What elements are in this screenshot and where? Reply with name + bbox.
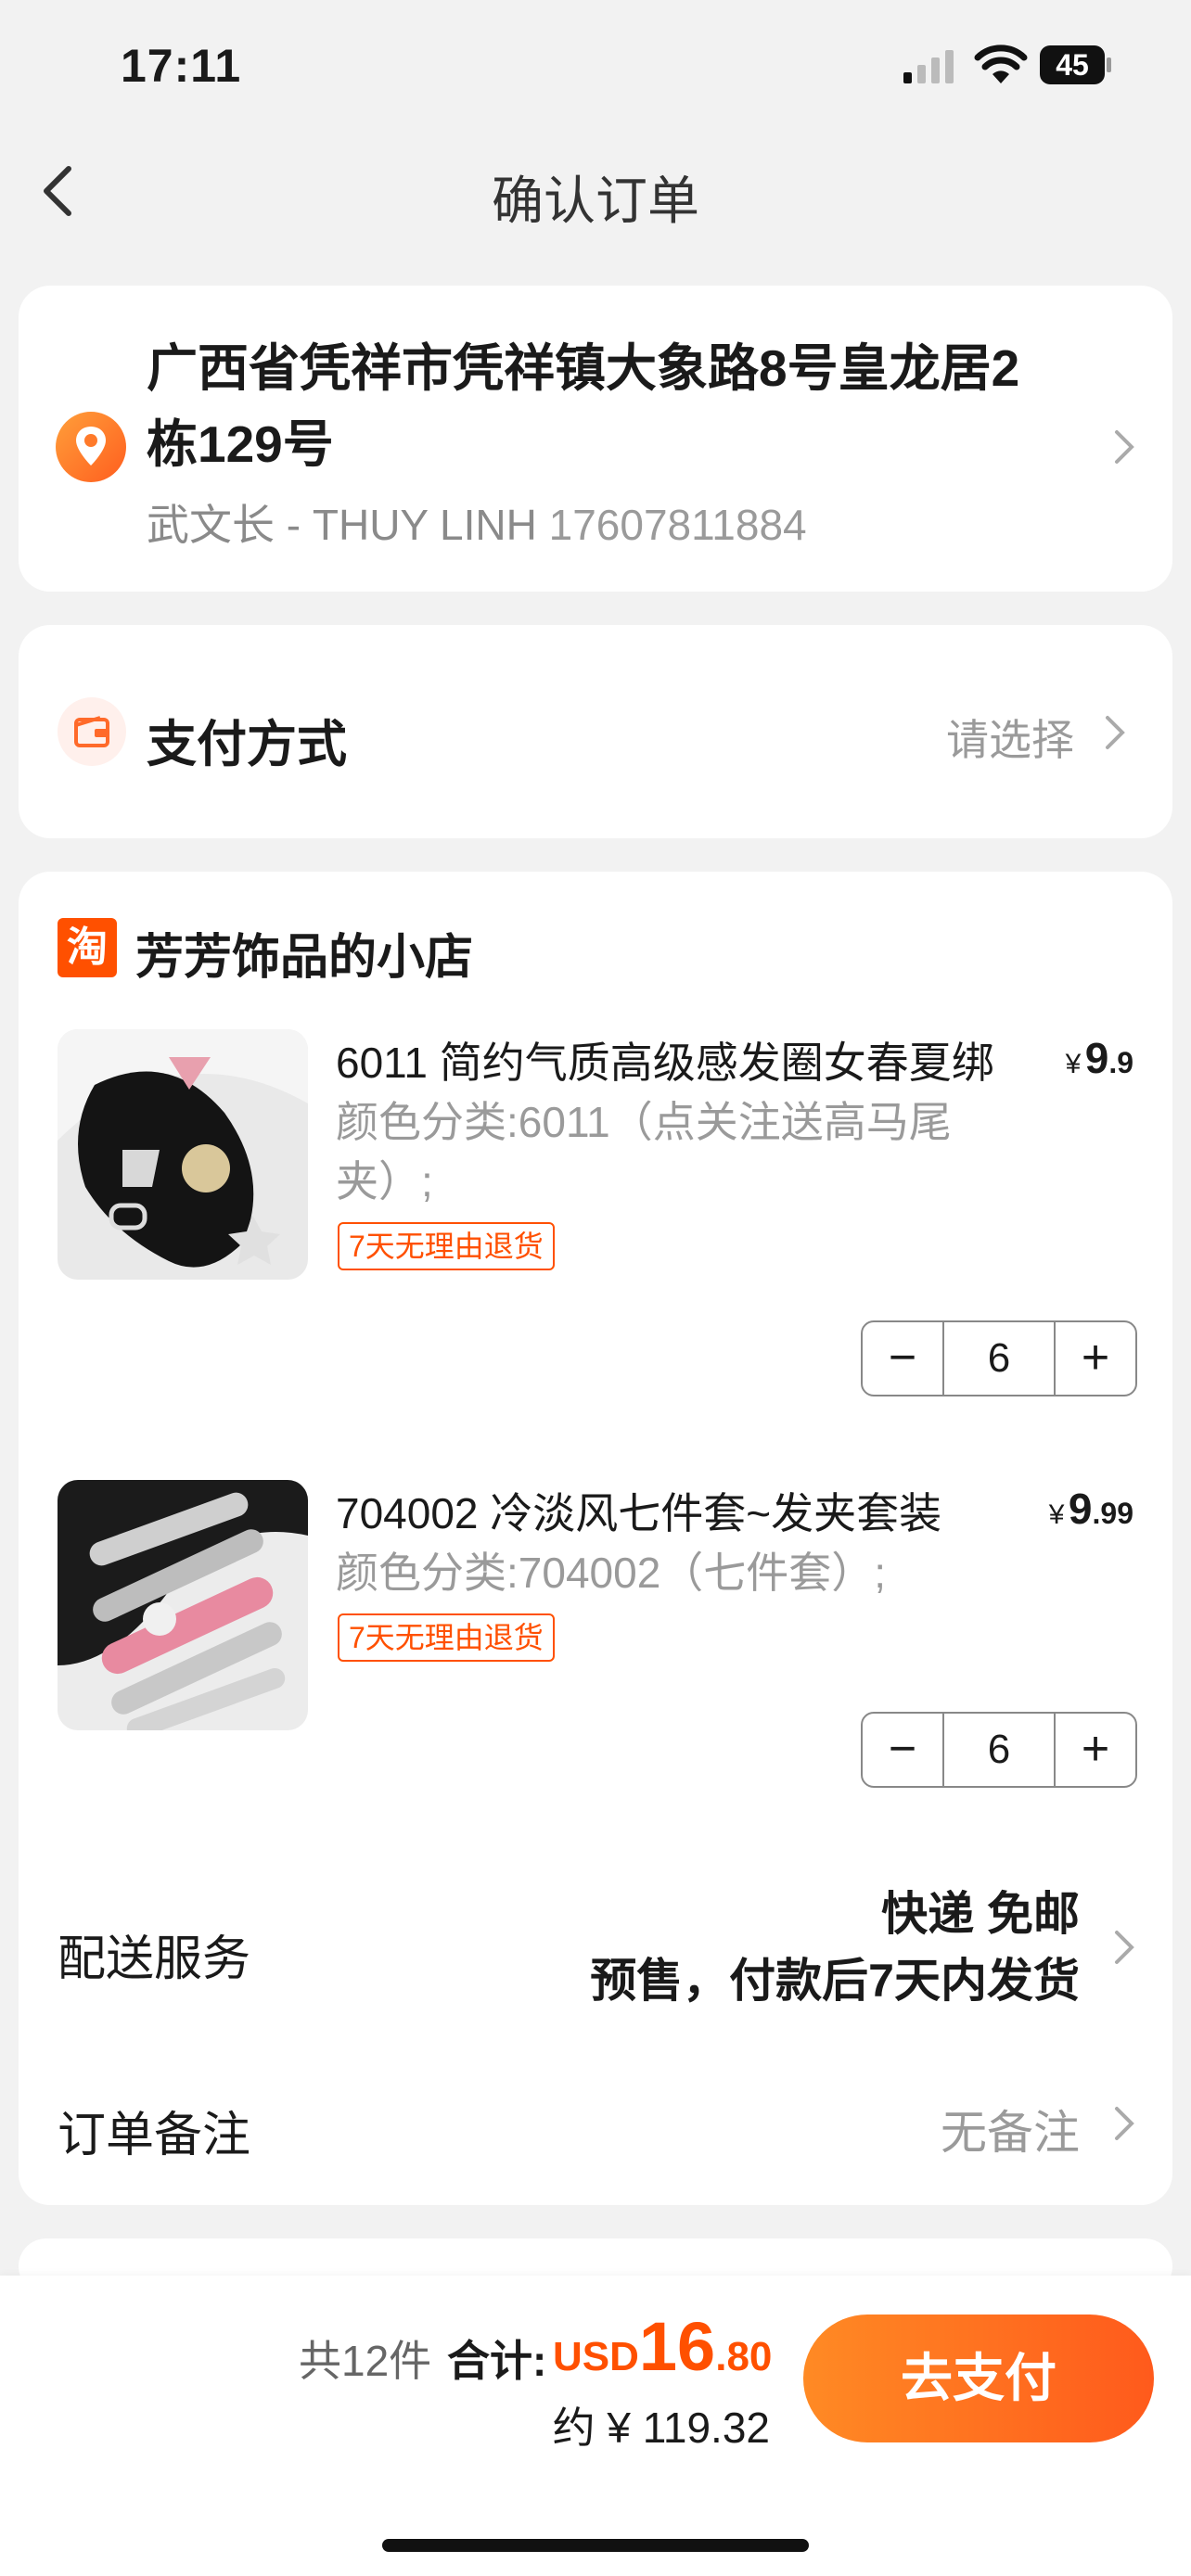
- total-amount: USD16.80: [553, 2308, 773, 2385]
- product-price: ¥ 9.99: [1048, 1485, 1133, 1533]
- taobao-logo-icon: 淘: [58, 918, 117, 977]
- payment-method-value[interactable]: 请选择: [946, 707, 1074, 768]
- quantity-stepper: − 6 +: [861, 1712, 1137, 1788]
- recipient-phone: 17607811884: [548, 501, 807, 549]
- delivery-schedule[interactable]: 预售，付款后7天内发货: [590, 1944, 1080, 2010]
- delivery-service-label: 配送服务: [58, 1932, 251, 1986]
- shop-name[interactable]: 芳芳饰品的小店: [135, 918, 473, 988]
- delivery-method[interactable]: 快递 免邮: [881, 1877, 1080, 1944]
- product-price: ¥ 9.9: [1065, 1034, 1133, 1082]
- pay-button[interactable]: 去支付: [803, 2315, 1154, 2442]
- quantity-value[interactable]: 6: [942, 1322, 1056, 1395]
- payment-method-label: 支付方式: [147, 717, 347, 772]
- location-pin-icon: [56, 412, 126, 482]
- increase-quantity-button[interactable]: +: [1056, 1322, 1135, 1395]
- battery-level: 45: [1056, 48, 1089, 82]
- decrease-quantity-button[interactable]: −: [863, 1322, 942, 1395]
- return-policy-badge: 7天无理由退货: [338, 1222, 555, 1270]
- approx-cny-amount: 约 ¥ 119.32: [552, 2404, 770, 2452]
- item-count: 共12件: [299, 2337, 432, 2385]
- increase-quantity-button[interactable]: +: [1056, 1714, 1135, 1786]
- product-title[interactable]: 704002 冷淡风七件套~发夹套装: [336, 1480, 941, 1541]
- recipient-name: 武文长 - THUY LINH: [147, 501, 537, 549]
- order-remark-value[interactable]: 无备注: [941, 2096, 1080, 2162]
- chevron-right-icon: [1115, 1931, 1134, 1964]
- address-line: 广西省凭祥市凭祥镇大象路8号皇龙居2栋129号: [147, 339, 1020, 473]
- chevron-right-icon: [1115, 2107, 1134, 2140]
- total-label: 合计:: [447, 2337, 547, 2385]
- home-indicator[interactable]: [382, 2539, 809, 2552]
- battery-icon: 45: [1039, 45, 1113, 85]
- page-title: 确认订单: [492, 172, 699, 230]
- product-sku: 颜色分类:704002（七件套）;: [336, 1549, 887, 1597]
- chevron-right-icon: [1106, 716, 1125, 749]
- address-contact: 武文长 - THUY LINH 17607811884: [147, 491, 807, 553]
- status-time: 17:11: [121, 40, 242, 92]
- return-policy-badge: 7天无理由退货: [338, 1613, 555, 1662]
- wifi-icon: [974, 45, 1028, 83]
- quantity-stepper: − 6 +: [861, 1320, 1137, 1396]
- chevron-right-icon: [1115, 430, 1134, 464]
- product-image[interactable]: [58, 1029, 308, 1280]
- product-image[interactable]: [58, 1480, 308, 1730]
- product-title[interactable]: 6011 简约气质高级感发圈女春夏绑: [336, 1029, 994, 1090]
- decrease-quantity-button[interactable]: −: [863, 1714, 942, 1786]
- wallet-icon: [58, 697, 126, 766]
- cellular-signal-icon: [903, 50, 954, 83]
- product-sku: 颜色分类:6011（点关注送高马尾夹）;: [336, 1098, 952, 1205]
- order-remark-label: 订单备注: [58, 2109, 251, 2162]
- quantity-value[interactable]: 6: [942, 1714, 1056, 1786]
